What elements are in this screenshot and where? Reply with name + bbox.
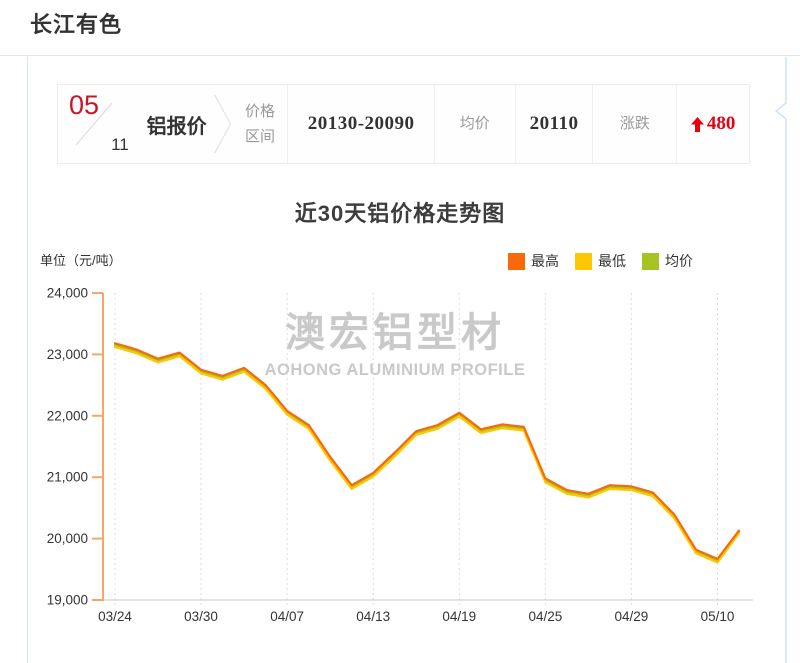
quote-date-day: 11 <box>111 135 129 155</box>
x-tick-label: 03/24 <box>98 609 132 624</box>
quote-date-month: 05 <box>69 90 99 121</box>
x-tick-label: 05/10 <box>701 609 735 624</box>
change-label: 涨跌 <box>592 85 676 163</box>
range-label: 价格 区间 <box>233 85 288 163</box>
y-tick-label: 23,000 <box>47 347 88 362</box>
series-line-low <box>115 347 739 563</box>
chart-title: 近30天铝价格走势图 <box>0 196 800 228</box>
x-tick-label: 04/29 <box>615 609 649 624</box>
y-tick-label: 22,000 <box>47 408 88 423</box>
divider <box>0 55 800 56</box>
y-tick-label: 21,000 <box>47 470 88 485</box>
series-line-avg <box>115 345 739 561</box>
x-tick-label: 04/07 <box>270 609 304 624</box>
y-tick-label: 19,000 <box>47 593 88 608</box>
x-tick-label: 04/19 <box>442 609 476 624</box>
quote-bar[interactable]: 05 11 铝报价 价格 区间 20130-20090 均价 20110 涨跌 … <box>57 84 750 164</box>
y-tick-label: 20,000 <box>47 531 88 546</box>
x-tick-label: 04/13 <box>356 609 390 624</box>
price-trend-chart: 03/24 03/30 04/07 04/13 04/19 04/25 04/29 05/10… <box>0 240 800 663</box>
y-tick-label: 24,000 <box>47 286 88 301</box>
x-tick-label: 04/25 <box>528 609 562 624</box>
range-value: 20130-20090 <box>287 85 434 163</box>
page-title: 长江有色 <box>30 7 122 39</box>
quote-name: 铝报价 <box>141 85 213 163</box>
quote-chevron-separator-icon <box>213 85 233 163</box>
quote-date: 05 11 <box>58 85 141 163</box>
avg-label: 均价 <box>434 85 515 163</box>
x-tick-label: 03/30 <box>184 609 218 624</box>
page: 长江有色 05 11 铝报价 价格 区间 20130-20090 均价 2011… <box>0 0 800 663</box>
up-arrow-icon <box>691 117 704 132</box>
avg-value: 20110 <box>515 85 593 163</box>
change-value: 480 <box>676 85 749 163</box>
